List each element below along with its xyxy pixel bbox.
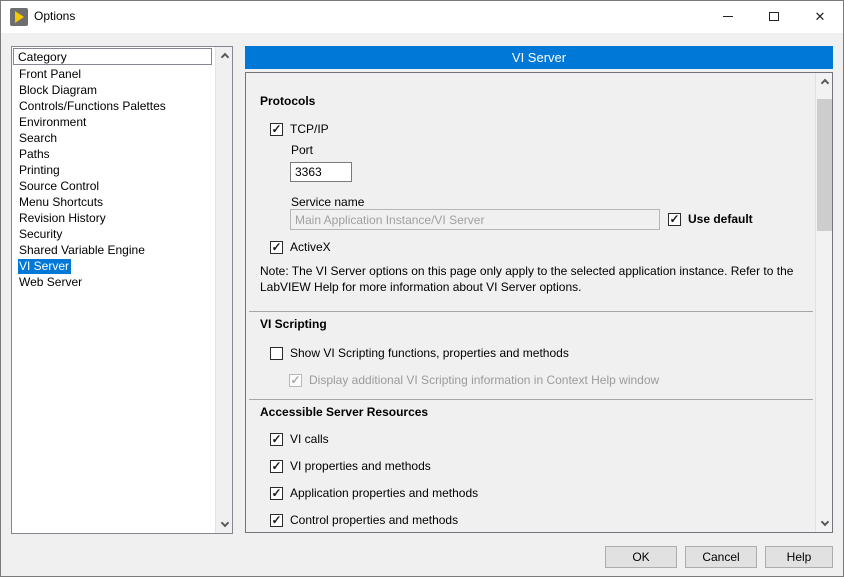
control-properties-row: ✓ Control properties and methods bbox=[270, 513, 458, 527]
use-default-label: Use default bbox=[688, 212, 753, 226]
sidebar-item-security[interactable]: Security bbox=[13, 226, 214, 242]
category-items: Front Panel Block Diagram Controls/Funct… bbox=[13, 66, 214, 290]
port-input[interactable] bbox=[290, 162, 352, 182]
show-vi-scripting-checkbox[interactable] bbox=[270, 347, 283, 360]
sidebar-item-shared-variable-engine[interactable]: Shared Variable Engine bbox=[13, 242, 214, 258]
sidebar-item-printing[interactable]: Printing bbox=[13, 162, 214, 178]
use-default-row: ✓ Use default bbox=[668, 212, 753, 226]
scroll-down-button[interactable] bbox=[216, 516, 233, 533]
tcpip-label: TCP/IP bbox=[290, 122, 329, 136]
application-properties-label: Application properties and methods bbox=[290, 486, 478, 500]
service-name-label: Service name bbox=[291, 195, 364, 209]
options-dialog: Options ✕ Category Front Panel Block Dia… bbox=[0, 0, 844, 577]
sidebar-item-revision-history[interactable]: Revision History bbox=[13, 210, 214, 226]
category-list: Category Front Panel Block Diagram Contr… bbox=[11, 46, 233, 534]
labview-run-arrow-icon bbox=[15, 11, 24, 23]
window-title: Options bbox=[34, 9, 75, 23]
control-properties-checkbox[interactable]: ✓ bbox=[270, 514, 283, 527]
chevron-down-icon bbox=[220, 519, 228, 527]
sidebar-item-web-server[interactable]: Web Server bbox=[13, 274, 214, 290]
activex-checkbox[interactable]: ✓ bbox=[270, 241, 283, 254]
sidebar-item-paths[interactable]: Paths bbox=[13, 146, 214, 162]
show-vi-scripting-label: Show VI Scripting functions, properties … bbox=[290, 346, 569, 360]
port-label: Port bbox=[291, 143, 313, 157]
close-button[interactable]: ✕ bbox=[797, 1, 843, 32]
sidebar-item-menu-shortcuts[interactable]: Menu Shortcuts bbox=[13, 194, 214, 210]
application-properties-checkbox[interactable]: ✓ bbox=[270, 487, 283, 500]
vi-properties-checkbox[interactable]: ✓ bbox=[270, 460, 283, 473]
section-divider bbox=[249, 311, 813, 312]
activex-label: ActiveX bbox=[290, 240, 331, 254]
chevron-up-icon bbox=[820, 79, 828, 87]
protocols-heading: Protocols bbox=[260, 94, 315, 108]
sidebar-item-search[interactable]: Search bbox=[13, 130, 214, 146]
scroll-up-button[interactable] bbox=[216, 47, 233, 64]
vi-calls-label: VI calls bbox=[290, 432, 329, 446]
labview-icon bbox=[10, 8, 28, 26]
scrollbar-thumb[interactable] bbox=[817, 99, 832, 231]
sidebar-item-controls-functions-palettes[interactable]: Controls/Functions Palettes bbox=[13, 98, 214, 114]
display-additional-label: Display additional VI Scripting informat… bbox=[309, 373, 659, 387]
content-scrollbar[interactable] bbox=[815, 73, 832, 532]
vi-properties-label: VI properties and methods bbox=[290, 459, 431, 473]
title-bar: Options ✕ bbox=[1, 1, 843, 33]
page-title: VI Server bbox=[245, 46, 833, 69]
vi-properties-row: ✓ VI properties and methods bbox=[270, 459, 431, 473]
tcpip-checkbox[interactable]: ✓ bbox=[270, 123, 283, 136]
service-name-input bbox=[290, 209, 660, 230]
vi-server-note: Note: The VI Server options on this page… bbox=[260, 263, 816, 295]
section-divider bbox=[249, 399, 813, 400]
chevron-up-icon bbox=[220, 53, 228, 61]
sidebar-item-vi-server[interactable]: VI Server bbox=[13, 258, 214, 274]
maximize-icon bbox=[769, 12, 779, 21]
activex-row: ✓ ActiveX bbox=[270, 240, 331, 254]
scroll-down-button[interactable] bbox=[816, 515, 833, 532]
maximize-button[interactable] bbox=[751, 1, 797, 32]
accessible-resources-heading: Accessible Server Resources bbox=[260, 405, 428, 419]
sidebar-item-source-control[interactable]: Source Control bbox=[13, 178, 214, 194]
ok-button[interactable]: OK bbox=[605, 546, 677, 568]
application-properties-row: ✓ Application properties and methods bbox=[270, 486, 478, 500]
sidebar-item-front-panel[interactable]: Front Panel bbox=[13, 66, 214, 82]
category-scrollbar[interactable] bbox=[215, 47, 232, 533]
minimize-button[interactable] bbox=[705, 1, 751, 32]
vi-calls-checkbox[interactable]: ✓ bbox=[270, 433, 283, 446]
settings-panel: Protocols ✓ TCP/IP Port Service name ✓ U… bbox=[245, 72, 833, 533]
sidebar-item-block-diagram[interactable]: Block Diagram bbox=[13, 82, 214, 98]
show-vi-scripting-row: Show VI Scripting functions, properties … bbox=[270, 346, 569, 360]
category-list-header: Category bbox=[13, 48, 212, 65]
use-default-checkbox[interactable]: ✓ bbox=[668, 213, 681, 226]
vi-scripting-heading: VI Scripting bbox=[260, 317, 327, 331]
control-properties-label: Control properties and methods bbox=[290, 513, 458, 527]
display-additional-checkbox: ✓ bbox=[289, 374, 302, 387]
minimize-icon bbox=[723, 16, 733, 17]
vi-calls-row: ✓ VI calls bbox=[270, 432, 329, 446]
help-button[interactable]: Help bbox=[765, 546, 833, 568]
sidebar-item-environment[interactable]: Environment bbox=[13, 114, 214, 130]
tcpip-row: ✓ TCP/IP bbox=[270, 122, 329, 136]
display-additional-row: ✓ Display additional VI Scripting inform… bbox=[289, 373, 659, 387]
cancel-button[interactable]: Cancel bbox=[685, 546, 757, 568]
close-icon: ✕ bbox=[815, 10, 826, 23]
scroll-up-button[interactable] bbox=[816, 73, 833, 90]
chevron-down-icon bbox=[820, 518, 828, 526]
